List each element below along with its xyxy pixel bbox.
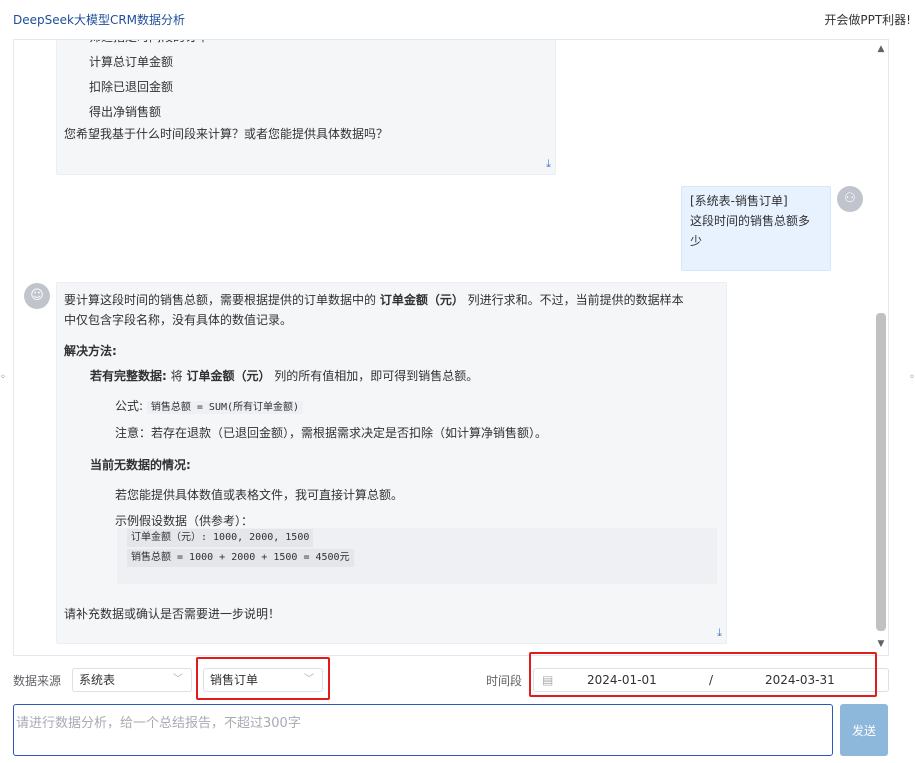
assistant-message: 筛选指定时间段的订单 计算总订单金额 扣除已退回金额 得出净销售额 您希望我基于…	[56, 40, 556, 176]
prompt-input[interactable]	[14, 705, 832, 755]
scroll-down-arrow-icon[interactable]: ▼	[876, 639, 886, 649]
period-label: 时间段	[486, 674, 523, 688]
solution-heading: 解决方法:	[64, 344, 117, 358]
source-select[interactable]: 系统表 ﹀	[72, 668, 192, 692]
list-item: 筛选指定时间段的订单	[89, 40, 209, 50]
formula-code: 销售总额 = SUM(所有订单金额)	[146, 401, 304, 414]
assistant-message: 要计算这段时间的销售总额，需要根据提供的订单数据中的 订单金额（元） 列进行求和…	[56, 282, 727, 644]
header-tagline: 开会做PPT利器!	[824, 13, 911, 27]
highlight-box	[196, 657, 330, 700]
download-icon[interactable]: ⤓	[546, 151, 551, 176]
user-message-line: [系统表-销售订单]	[690, 194, 788, 208]
chat-panel[interactable]: ▲ ▼ 筛选指定时间段的订单 计算总订单金额 扣除已退回金额 得出净销售额 您希…	[13, 39, 889, 656]
closing-line: 请补充数据或确认是否需要进一步说明！	[64, 607, 281, 621]
source-select-value: 系统表	[79, 673, 116, 687]
edge-handle-right[interactable]: ◦	[909, 372, 915, 383]
assistant-question: 您希望我基于什么时间段来计算？或者您能提供具体数据吗？	[64, 127, 389, 141]
code-line: 订单金额（元）: 1000, 2000, 1500	[127, 529, 314, 547]
code-block: 订单金额（元）: 1000, 2000, 1500 销售总额 = 1000 + …	[117, 528, 717, 584]
send-button[interactable]: 发送	[840, 704, 888, 756]
formula-line: 公式: 销售总额 = SUM(所有订单金额)	[115, 394, 304, 420]
user-avatar-icon: ⚇	[837, 186, 863, 212]
assistant-avatar-icon: ☺	[24, 283, 50, 309]
source-label: 数据来源	[13, 674, 62, 688]
scrollbar-thumb[interactable]	[876, 313, 886, 631]
highlight-box	[529, 652, 877, 697]
complete-data-line: 若有完整数据: 将 订单金额（元） 列的所有值相加，即可得到销售总额。	[90, 369, 479, 383]
no-data-heading: 当前无数据的情况:	[90, 458, 191, 472]
filter-bar: 数据来源 系统表 ﹀ 销售订单 ﹀ 时间段 ▤ 2024-01-01 / 202…	[0, 652, 915, 700]
edge-handle-left[interactable]: ◦	[0, 372, 6, 383]
download-icon[interactable]: ⤓	[717, 620, 722, 645]
user-message-line: 这段时间的销售总额多	[690, 214, 811, 228]
header: DeepSeek大模型CRM数据分析 开会做PPT利器!	[0, 0, 915, 38]
note-line: 注意：若存在退款（已退回金额），需根据需求决定是否扣除（如计算净销售额）。	[115, 426, 548, 440]
chevron-down-icon: ﹀	[173, 674, 183, 685]
scroll-up-arrow-icon[interactable]: ▲	[876, 44, 886, 54]
list-item: 扣除已退回金额	[89, 80, 174, 94]
prompt-input-wrapper	[13, 704, 833, 756]
list-item: 计算总订单金额	[89, 55, 174, 69]
no-data-line: 若您能提供具体数值或表格文件，我可直接计算总额。	[115, 488, 404, 502]
code-line: 销售总额 = 1000 + 2000 + 1500 = 4500元	[127, 549, 354, 567]
app-title: DeepSeek大模型CRM数据分析	[13, 13, 186, 27]
intro-line-2: 中仅包含字段名称，没有具体的数值记录。	[64, 313, 293, 327]
user-message-line: 少	[690, 234, 703, 248]
user-message: [系统表-销售订单] 这段时间的销售总额多 少	[681, 186, 831, 271]
